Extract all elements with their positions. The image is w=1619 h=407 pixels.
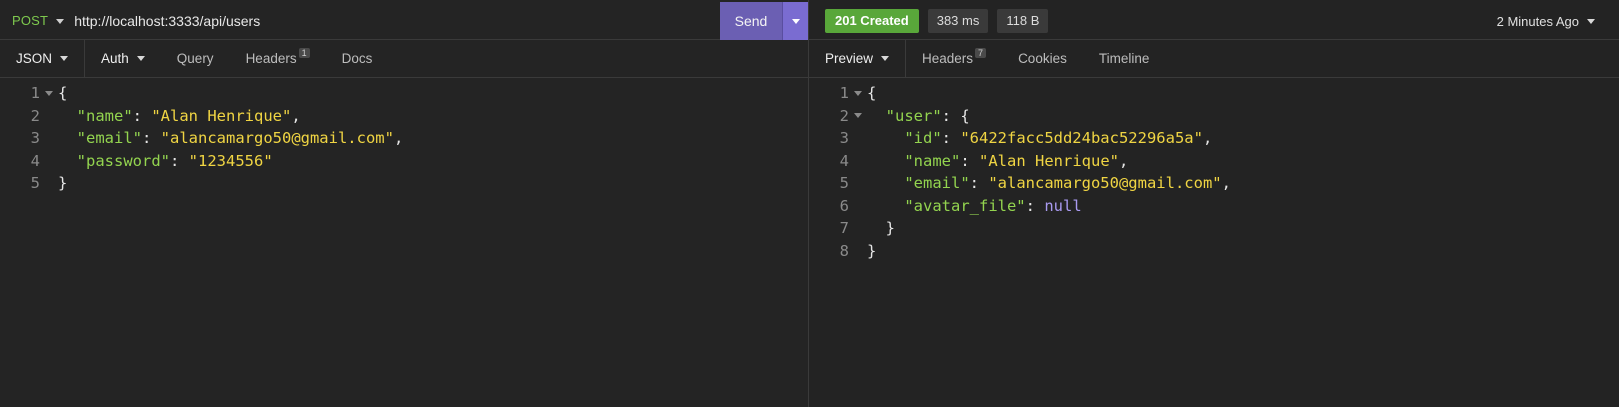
line-number: 2 <box>30 106 40 125</box>
code-line: 4 "password": "1234556" <box>0 150 403 173</box>
code-line: 5 "email": "alancamargo50@gmail.com", <box>809 172 1231 195</box>
json-key: "avatar_file" <box>904 196 1026 215</box>
url-bar: POST http://localhost:3333/api/users Sen… <box>0 2 808 40</box>
json-key: "name" <box>76 106 133 125</box>
send-button[interactable]: Send <box>720 2 782 40</box>
line-number: 6 <box>839 196 849 215</box>
code-line: 8 } <box>809 240 1231 263</box>
line-number: 5 <box>839 174 849 192</box>
response-status-bar: 201 Created 383 ms 118 B 2 Minutes Ago <box>809 2 1619 40</box>
chevron-down-icon <box>1587 18 1595 24</box>
code-line: 3 "id": "6422facc5dd24bac52296a5a", <box>809 127 1231 150</box>
tab-response-headers[interactable]: Headers 7 <box>906 40 1002 77</box>
chevron-down-icon <box>881 56 890 61</box>
tab-body-json[interactable]: JSON <box>0 40 84 77</box>
line-number: 3 <box>30 129 40 147</box>
tab-label: Query <box>176 51 214 66</box>
response-body-viewer[interactable]: 1 { 2 "user": { 3 "id": "6422facc5dd24ba… <box>809 82 1231 262</box>
request-tabs: JSON Auth Query Headers 1 Docs <box>0 40 808 78</box>
json-string: "6422facc5dd24bac52296a5a" <box>960 129 1203 147</box>
url-input[interactable]: http://localhost:3333/api/users <box>74 13 260 29</box>
send-options-button[interactable] <box>782 2 808 40</box>
tab-label: Headers <box>922 51 974 66</box>
code-text: { <box>58 84 68 102</box>
json-key: "name" <box>904 151 961 170</box>
fold-arrow-icon[interactable] <box>849 105 867 128</box>
status-badge: 201 Created <box>825 8 919 33</box>
tab-timeline[interactable]: Timeline <box>1083 40 1166 77</box>
line-number: 4 <box>30 151 40 170</box>
line-number: 2 <box>839 106 849 125</box>
headers-count-badge: 7 <box>975 47 987 58</box>
tab-label: Cookies <box>1018 51 1067 66</box>
tab-docs[interactable]: Docs <box>326 40 389 77</box>
line-number: 8 <box>839 241 849 260</box>
headers-count-badge: 1 <box>298 47 310 58</box>
json-string: "alancamargo50@gmail.com" <box>160 129 394 147</box>
fold-arrow-icon[interactable] <box>40 82 58 105</box>
json-null: null <box>1044 196 1082 215</box>
code-line: 6 "avatar_file": null <box>809 195 1231 218</box>
line-number: 5 <box>30 174 40 192</box>
json-string: "alancamargo50@gmail.com" <box>988 174 1222 192</box>
code-line: 1 { <box>0 82 403 105</box>
tab-cookies[interactable]: Cookies <box>1002 40 1083 77</box>
json-string: "Alan Henrique" <box>979 151 1119 170</box>
tab-auth[interactable]: Auth <box>85 40 161 77</box>
method-selector[interactable]: POST <box>12 13 48 28</box>
code-line: 2 "name": "Alan Henrique", <box>0 105 403 128</box>
code-line: 5 } <box>0 172 403 195</box>
tab-headers[interactable]: Headers 1 <box>230 40 326 77</box>
api-client-window: POST http://localhost:3333/api/users Sen… <box>0 0 1619 407</box>
code-line: 2 "user": { <box>809 105 1231 128</box>
json-key: "id" <box>904 129 942 147</box>
tab-query[interactable]: Query <box>161 40 230 77</box>
code-text: } <box>867 241 877 260</box>
history-label: 2 Minutes Ago <box>1496 13 1579 29</box>
code-line: 4 "name": "Alan Henrique", <box>809 150 1231 173</box>
line-number: 7 <box>839 219 849 237</box>
history-dropdown[interactable]: 2 Minutes Ago <box>1497 2 1595 40</box>
code-line: 3 "email": "alancamargo50@gmail.com", <box>0 127 404 150</box>
response-tabs: Preview Headers 7 Cookies Timeline <box>809 40 1619 78</box>
chevron-down-icon[interactable] <box>56 18 65 24</box>
code-line: 1 { <box>809 82 1231 105</box>
json-key: "email" <box>904 174 970 192</box>
line-number: 4 <box>839 151 849 170</box>
json-key: "user" <box>885 106 942 125</box>
json-key: "password" <box>76 151 170 170</box>
json-string: "1234556" <box>188 151 273 170</box>
code-text: } <box>58 174 68 192</box>
line-number: 1 <box>839 84 849 102</box>
request-pane: POST http://localhost:3333/api/users Sen… <box>0 0 808 407</box>
response-time-badge: 383 ms <box>927 8 989 33</box>
chevron-down-icon <box>136 56 145 61</box>
line-number: 1 <box>30 84 40 102</box>
response-size-badge: 118 B <box>997 8 1049 33</box>
json-string: "Alan Henrique" <box>151 106 292 125</box>
response-pane: 201 Created 383 ms 118 B 2 Minutes Ago P… <box>809 0 1619 407</box>
tab-preview[interactable]: Preview <box>809 40 905 77</box>
code-line: 7 } <box>809 217 1231 240</box>
code-text: } <box>885 219 896 237</box>
tab-label: Preview <box>825 51 874 66</box>
code-text: { <box>867 84 877 102</box>
request-body-editor[interactable]: 1 { 2 "name": "Alan Henrique", 3 "email"… <box>0 82 404 195</box>
fold-arrow-icon[interactable] <box>849 82 867 105</box>
tab-label: Auth <box>101 51 129 66</box>
tab-label: Docs <box>341 51 373 66</box>
tab-label: JSON <box>16 51 53 66</box>
tab-label: Headers <box>245 51 297 66</box>
tab-label: Timeline <box>1098 51 1150 66</box>
json-key: "email" <box>76 129 142 147</box>
chevron-down-icon <box>60 56 69 61</box>
chevron-down-icon <box>791 18 800 24</box>
line-number: 3 <box>839 129 849 147</box>
